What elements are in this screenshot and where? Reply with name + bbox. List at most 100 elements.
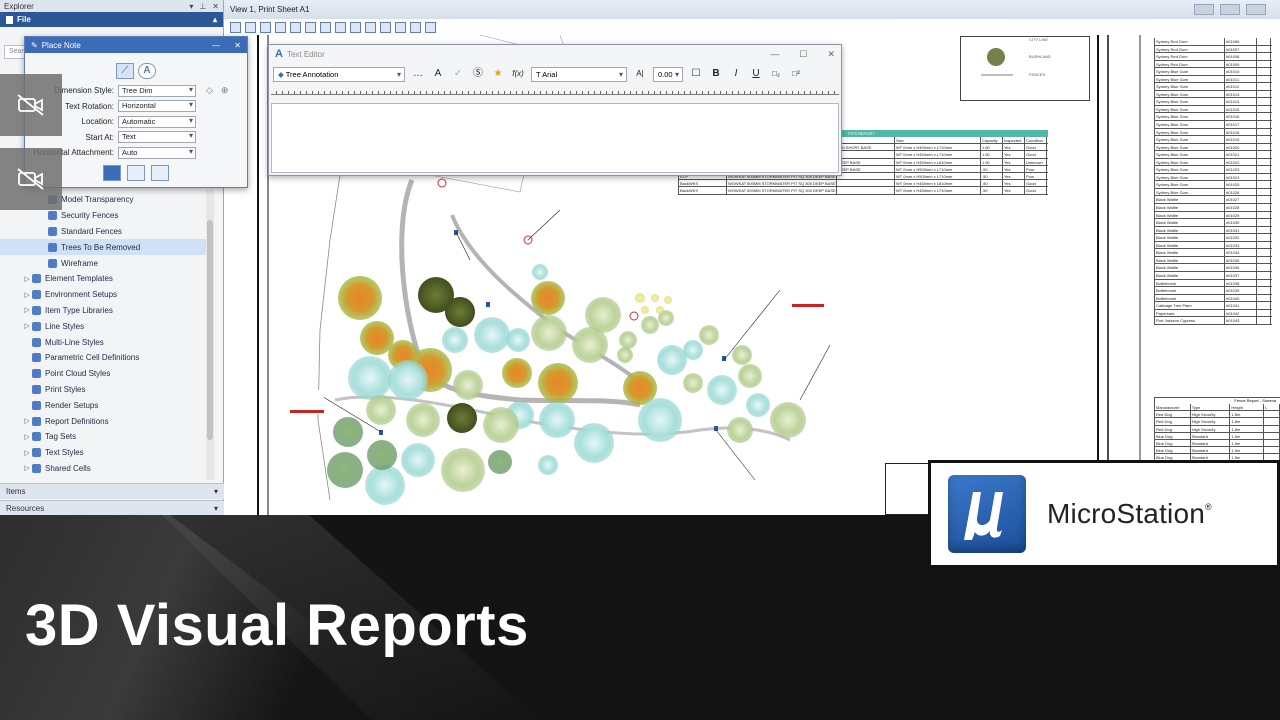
text-editor-ruler[interactable] [271, 87, 839, 95]
field-select[interactable]: Tree Dim [118, 84, 196, 97]
close-icon[interactable]: ✕ [827, 49, 835, 60]
tree-symbol[interactable] [656, 306, 664, 314]
tree-tag-marker[interactable] [486, 302, 490, 307]
tree-item[interactable]: Trees To Be Removed [0, 239, 214, 256]
tree-symbol[interactable] [732, 345, 752, 365]
tree-symbol[interactable] [348, 356, 392, 400]
tree-symbol[interactable] [641, 306, 649, 314]
field-select[interactable]: Automatic [118, 115, 196, 128]
color-picker-icon[interactable]: ☐ [689, 67, 703, 81]
text-size-input[interactable]: 0.00 [653, 66, 683, 82]
tree-item[interactable]: Standard Fences [0, 224, 214, 240]
tree-symbol[interactable] [770, 402, 806, 438]
field-select[interactable]: Horizontal [118, 100, 196, 113]
expand-arrow-icon[interactable]: ▷ [22, 417, 32, 425]
rotate-view-icon[interactable] [320, 21, 331, 33]
lock-icon[interactable]: ⊕ [221, 85, 229, 96]
minimize-button[interactable] [1194, 4, 1214, 15]
tree-symbol[interactable] [738, 364, 762, 388]
minimize-icon[interactable]: — [770, 49, 779, 60]
tree-symbol[interactable] [572, 327, 608, 363]
zoom-in-icon[interactable] [260, 21, 271, 33]
update-view-icon[interactable] [245, 21, 256, 33]
field-select[interactable]: Auto [118, 146, 196, 159]
tree-item[interactable]: Multi-Line Styles [0, 334, 214, 350]
tree-symbol[interactable] [445, 297, 475, 327]
tree-symbol[interactable] [406, 403, 440, 437]
pit-marker[interactable] [437, 178, 447, 188]
tree-item[interactable]: Wireframe [0, 255, 214, 271]
italic-button[interactable]: I [729, 67, 743, 81]
tree-symbol[interactable] [327, 452, 363, 488]
pit-marker[interactable] [629, 311, 639, 321]
text-style-select[interactable]: ◆ Tree Annotation [273, 66, 405, 82]
scrollbar-thumb[interactable] [207, 220, 213, 440]
tree-symbol[interactable] [531, 315, 567, 351]
tree-symbol[interactable] [401, 443, 435, 477]
expand-arrow-icon[interactable]: ▷ [22, 464, 32, 472]
tree-symbol[interactable] [657, 345, 687, 375]
font-select[interactable]: T Arial [531, 66, 627, 82]
text-editor-input[interactable] [271, 103, 839, 173]
close-button[interactable] [1246, 4, 1266, 15]
fit-view-icon[interactable] [305, 21, 316, 33]
close-icon[interactable]: ✕ [234, 41, 241, 50]
camera-off-icon[interactable] [0, 74, 62, 136]
expand-arrow-icon[interactable]: ▷ [22, 306, 32, 314]
tree-item[interactable]: ▷ Text Styles [0, 445, 214, 461]
expand-arrow-icon[interactable]: ▷ [22, 322, 32, 330]
tree-symbol[interactable] [635, 293, 645, 303]
dropdown-icon[interactable]: ▾ [189, 2, 193, 11]
tree-tag-marker[interactable] [379, 430, 383, 435]
tree-symbol[interactable] [664, 296, 672, 304]
restore-button[interactable] [1220, 4, 1240, 15]
tree-symbol[interactable] [683, 340, 703, 360]
tree-symbol[interactable] [367, 440, 397, 470]
camera-off-icon[interactable] [0, 148, 62, 210]
tree-symbol[interactable] [453, 370, 483, 400]
tree-symbol[interactable] [746, 393, 770, 417]
pan-view-icon[interactable] [335, 21, 346, 33]
tree-item[interactable]: ▷ Report Definitions [0, 413, 214, 429]
tree-symbol[interactable] [532, 264, 548, 280]
view-next-icon[interactable] [365, 21, 376, 33]
tree-symbol[interactable] [474, 317, 510, 353]
tree-symbol[interactable] [388, 360, 428, 400]
tree-symbol[interactable] [574, 423, 614, 463]
field-icon[interactable]: f(x) [511, 67, 525, 81]
tree-symbol[interactable] [538, 455, 558, 475]
favorites-icon[interactable]: ★ [491, 67, 505, 81]
tree-item[interactable]: Render Setups [0, 397, 214, 413]
expand-arrow-icon[interactable]: ▷ [22, 433, 32, 441]
expand-arrow-icon[interactable]: ▷ [22, 449, 32, 457]
tree-item[interactable]: ▷ Item Type Libraries [0, 303, 214, 319]
tree-symbol[interactable] [638, 398, 682, 442]
tree-symbol[interactable] [365, 465, 405, 505]
tree-symbol[interactable] [651, 294, 659, 302]
maximize-icon[interactable]: ☐ [799, 49, 807, 60]
tree-item[interactable]: ▷ Shared Cells [0, 461, 214, 477]
bold-button[interactable]: B [709, 67, 723, 81]
tree-symbol[interactable] [641, 316, 659, 334]
tree-symbol[interactable] [617, 347, 633, 363]
tree-symbol[interactable] [699, 325, 719, 345]
window-area-icon[interactable] [290, 21, 301, 33]
tree-symbol[interactable] [447, 403, 477, 433]
place-note-title-bar[interactable]: ✎ Place Note — ✕ [25, 37, 247, 53]
tree-symbol[interactable] [441, 448, 485, 492]
tree-item[interactable]: ▷ Environment Setups [0, 287, 214, 303]
resources-section-header[interactable]: Resources ▾ [0, 500, 224, 516]
close-icon[interactable]: ✕ [212, 2, 219, 11]
tree-symbol[interactable] [531, 281, 565, 315]
tree-item[interactable]: Parametric Cell Definitions [0, 350, 214, 366]
tree-symbol[interactable] [366, 395, 396, 425]
field-select[interactable]: Text [118, 131, 196, 144]
display-style-icon[interactable] [425, 21, 436, 33]
tree-item[interactable]: ▷ Element Templates [0, 271, 214, 287]
tree-item[interactable]: Print Styles [0, 382, 214, 398]
tree-symbol[interactable] [338, 276, 382, 320]
file-section-header[interactable]: File ▴ [0, 12, 223, 27]
tree-item[interactable]: Point Cloud Styles [0, 366, 214, 382]
subscript-icon[interactable]: □₂ [769, 67, 783, 81]
frame-none-icon[interactable] [103, 164, 121, 181]
